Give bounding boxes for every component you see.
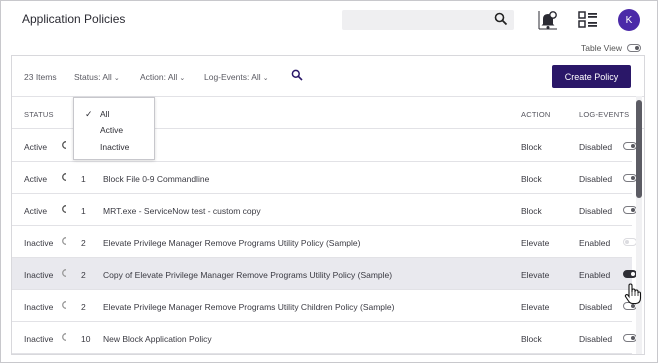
row-log-toggle[interactable] — [623, 142, 637, 150]
table-row[interactable]: Inactive 2 Elevate Privilege Manager Remov… — [12, 226, 637, 258]
table-row[interactable]: Inactive 2 Copy of Elevate Privilege Manag… — [12, 258, 637, 290]
row-policy-name[interactable]: Copy of Elevate Privilege Manager Remove… — [103, 270, 392, 280]
table-row[interactable]: Active 1 Block File 0-9 Commandline Block Di… — [12, 162, 637, 194]
table-row[interactable]: Active 1 MRT.exe - ServiceNow test - custo… — [12, 194, 637, 226]
status-option-inactive[interactable]: Inactive — [100, 142, 129, 152]
status-option-all[interactable]: All — [100, 109, 109, 119]
row-policy-name[interactable]: Elevate Privilege Manager Remove Program… — [103, 238, 360, 248]
scrollbar[interactable] — [636, 96, 642, 354]
hand-cursor-icon — [624, 283, 642, 310]
column-action[interactable]: ACTION — [521, 110, 551, 119]
row-action: Block — [521, 142, 542, 152]
search-field[interactable] — [342, 10, 514, 31]
row-log-toggle[interactable] — [623, 238, 637, 246]
table-row[interactable]: Inactive 2 Elevate Privilege Manager Remov… — [12, 290, 637, 322]
half-circle-icon — [62, 173, 70, 183]
row-count: 2 — [81, 238, 86, 248]
row-log-events: Disabled — [579, 302, 613, 312]
row-policy-name[interactable]: New Block Application Policy — [103, 334, 212, 344]
row-status: Inactive — [24, 270, 54, 280]
row-log-toggle[interactable] — [623, 206, 637, 214]
table-row[interactable]: Inactive 10 New Block Application Policy Bl… — [12, 322, 637, 354]
check-icon: ✓ — [85, 109, 93, 119]
row-count: 10 — [81, 334, 91, 344]
row-count: 2 — [81, 270, 86, 280]
row-log-events: Disabled — [579, 174, 613, 184]
row-log-events: Disabled — [579, 206, 613, 216]
column-log-events[interactable]: LOG-EVENTS — [579, 110, 629, 119]
row-log-events: Enabled — [579, 238, 611, 248]
row-action: Block — [521, 334, 542, 344]
action-filter[interactable]: Action: All ⌄ — [140, 72, 185, 82]
search-input[interactable] — [342, 10, 482, 31]
row-status: Active — [24, 206, 48, 216]
half-circle-icon — [62, 141, 70, 151]
scrollbar-thumb[interactable] — [636, 100, 642, 198]
row-policy-name[interactable]: Block File 0-9 Commandline — [103, 174, 209, 184]
row-log-toggle[interactable] — [623, 270, 637, 278]
row-status: Active — [24, 142, 48, 152]
row-log-toggle[interactable] — [623, 174, 637, 182]
action-filter-label: Action: All — [140, 72, 178, 82]
log-events-filter-label: Log-Events: All — [204, 72, 261, 82]
table-view-switch[interactable] — [626, 44, 641, 52]
row-count: 1 — [81, 206, 86, 216]
half-circle-icon — [62, 269, 70, 279]
row-status: Inactive — [24, 302, 54, 312]
row-status: Inactive — [24, 334, 54, 344]
half-circle-icon — [62, 333, 70, 343]
row-count: 1 — [81, 174, 86, 184]
row-action: Elevate — [521, 270, 550, 280]
row-log-events: Enabled — [579, 270, 611, 280]
column-status[interactable]: STATUS — [24, 110, 54, 119]
create-policy-button[interactable]: Create Policy — [552, 65, 631, 88]
status-filter[interactable]: Status: All ⌄ — [74, 72, 120, 82]
chevron-down-icon: ⌄ — [262, 75, 269, 82]
row-count: 2 — [81, 302, 86, 312]
status-dropdown: ✓ All Active Inactive — [73, 97, 155, 160]
table-view-label: Table View — [581, 43, 622, 53]
page-title: Application Policies — [22, 12, 126, 26]
filter-toolbar: 23 Items Status: All ⌄ Action: All ⌄ Log-E… — [12, 56, 644, 96]
half-circle-icon — [62, 237, 70, 247]
chevron-down-icon: ⌄ — [113, 75, 120, 82]
filter-search-icon[interactable] — [291, 69, 303, 83]
half-circle-icon — [62, 205, 70, 215]
row-log-events: Disabled — [579, 334, 613, 344]
row-action: Elevate — [521, 238, 550, 248]
row-status: Active — [24, 174, 48, 184]
row-action: Block — [521, 206, 542, 216]
avatar[interactable]: K — [618, 9, 640, 31]
row-status: Inactive — [24, 238, 54, 248]
notification-bell-icon[interactable] — [536, 8, 560, 32]
row-log-events: Disabled — [579, 142, 613, 152]
table-view-toggle[interactable]: Table View — [581, 43, 641, 53]
row-action: Elevate — [521, 302, 550, 312]
status-filter-label: Status: All — [74, 72, 112, 82]
row-action: Block — [521, 174, 542, 184]
search-icon[interactable] — [494, 12, 508, 31]
log-events-filter[interactable]: Log-Events: All ⌄ — [204, 72, 269, 82]
row-policy-name[interactable]: MRT.exe - ServiceNow test - custom copy — [103, 206, 261, 216]
apps-menu-icon[interactable] — [576, 8, 600, 32]
row-policy-name[interactable]: Elevate Privilege Manager Remove Program… — [103, 302, 394, 312]
items-count: 23 Items — [24, 72, 57, 82]
status-option-active[interactable]: Active — [100, 125, 123, 135]
row-log-toggle[interactable] — [623, 334, 637, 342]
half-circle-icon — [62, 301, 70, 311]
chevron-down-icon: ⌄ — [179, 75, 186, 82]
